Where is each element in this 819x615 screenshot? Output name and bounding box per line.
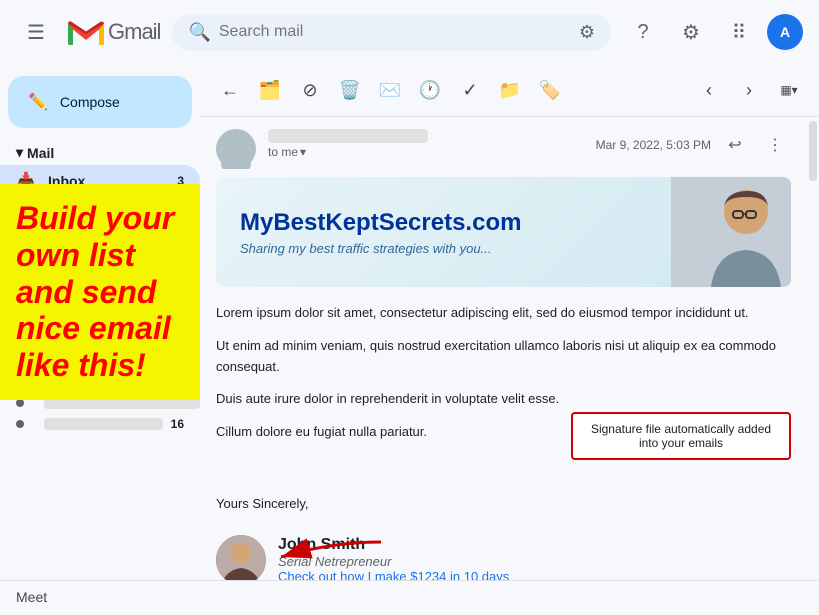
report-icon: ⊘ <box>302 80 317 101</box>
mail-section-label: ▾ Mail <box>0 140 200 165</box>
report-button[interactable]: ⊘ <box>292 72 328 108</box>
search-input[interactable] <box>219 23 571 41</box>
banner-person-image <box>671 177 791 287</box>
sender-name-placeholder <box>268 129 428 143</box>
sender-info: to me ▾ <box>268 129 596 159</box>
avatar[interactable]: A <box>767 14 803 50</box>
more-icon: ⋮ <box>767 135 783 155</box>
header-right: Mar 9, 2022, 5:03 PM ↩ ⋮ <box>596 129 791 161</box>
move-icon: 📁 <box>499 80 521 101</box>
banner-site: MyBestKeptSecrets.com <box>240 209 647 237</box>
hamburger-icon: ☰ <box>27 20 45 45</box>
dot-icon-3 <box>16 420 24 428</box>
email-date: Mar 9, 2022, 5:03 PM <box>596 138 711 152</box>
settings-button[interactable]: ⚙ <box>671 12 711 52</box>
sender-avatar <box>216 129 256 169</box>
email-toolbar: ← 🗂️ ⊘ 🗑️ ✉️ 🕐 ✓ 📁 � <box>200 64 819 117</box>
archive-icon: 🗂️ <box>259 80 281 101</box>
to-me-label[interactable]: to me ▾ <box>268 145 596 159</box>
email-main-content: ← 🗂️ ⊘ 🗑️ ✉️ 🕐 ✓ 📁 � <box>200 64 819 580</box>
gmail-text-label: Gmail <box>108 19 160 45</box>
overlay-text: Build your own list and send nice email … <box>16 200 184 384</box>
hamburger-menu-button[interactable]: ☰ <box>16 12 56 52</box>
banner-text-area: MyBestKeptSecrets.com Sharing my best tr… <box>216 193 671 272</box>
toolbar-right: ‹ › ▦▾ <box>691 72 807 108</box>
dot-icon-2 <box>16 399 24 407</box>
search-icon: 🔍 <box>188 22 210 43</box>
mail-icon: ✉️ <box>379 80 401 101</box>
search-bar: 🔍 ⚙ <box>172 14 611 51</box>
delete-button[interactable]: 🗑️ <box>332 72 368 108</box>
view-options-button[interactable]: ▦▾ <box>771 72 807 108</box>
clock-icon: 🕐 <box>419 80 441 101</box>
next-button[interactable]: › <box>731 72 767 108</box>
email-area-wrapper: to me ▾ Mar 9, 2022, 5:03 PM ↩ ⋮ <box>200 117 819 580</box>
clock-button[interactable]: 🕐 <box>412 72 448 108</box>
back-icon: ← <box>221 80 239 101</box>
compose-label: Compose <box>60 94 120 110</box>
body-paragraph-1: Lorem ipsum dolor sit amet, consectetur … <box>216 303 791 324</box>
meet-section: Meet <box>0 580 819 615</box>
email-banner: MyBestKeptSecrets.com Sharing my best tr… <box>216 177 791 287</box>
next-icon: › <box>746 80 752 101</box>
check-icon: ✓ <box>462 80 477 101</box>
sig-callout-container: Cillum dolore eu fugiat nulla pariatur. … <box>216 422 791 482</box>
tag-icon: 🏷️ <box>539 80 561 101</box>
back-button[interactable]: ← <box>212 72 248 108</box>
help-icon: ? <box>637 21 648 44</box>
check-button[interactable]: ✓ <box>452 72 488 108</box>
sidebar-count-16: 16 <box>171 417 184 431</box>
search-filter-icon[interactable]: ⚙ <box>579 22 595 43</box>
body-paragraph-3: Duis aute irure dolor in reprehenderit i… <box>216 389 791 410</box>
sig-arrow-indicator <box>271 537 391 580</box>
sig-callout-box: Signature file automatically added into … <box>571 412 791 460</box>
prev-icon: ‹ <box>706 80 712 101</box>
compose-button[interactable]: ✏️ Compose <box>8 76 192 128</box>
banner-tagline: Sharing my best traffic strategies with … <box>240 241 647 256</box>
chevron-down-icon: ▾ <box>300 145 306 159</box>
body-paragraph-5: Yours Sincerely, <box>216 494 791 515</box>
topbar-right-actions: ? ⚙ ⠿ A <box>623 12 803 52</box>
tag-button[interactable]: 🏷️ <box>532 72 568 108</box>
overlay-annotation: Build your own list and send nice email … <box>0 184 200 400</box>
scrollbar[interactable] <box>807 117 819 580</box>
email-header: to me ▾ Mar 9, 2022, 5:03 PM ↩ ⋮ <box>216 117 791 177</box>
apps-icon: ⠿ <box>732 20 747 45</box>
more-actions-button[interactable]: ⋮ <box>759 129 791 161</box>
main-layout: ✏️ Compose ▾ Mail 📥 Inbox 3 🕐 ⭕ 21 <box>0 64 819 580</box>
reply-button[interactable]: ↩ <box>719 129 751 161</box>
compose-icon: ✏️ <box>28 92 48 112</box>
topbar: ☰ Gmail 🔍 ⚙ ? ⚙ ⠿ A <box>0 0 819 64</box>
meet-label: Meet <box>16 589 47 605</box>
sig-callout-text: Signature file automatically added into … <box>591 422 771 450</box>
body-paragraph-2: Ut enim ad minim veniam, quis nostrud ex… <box>216 336 791 378</box>
sig-avatar <box>216 535 266 580</box>
delete-icon: 🗑️ <box>339 80 361 101</box>
mail-button[interactable]: ✉️ <box>372 72 408 108</box>
gmail-logo: Gmail <box>68 19 160 45</box>
apps-button[interactable]: ⠿ <box>719 12 759 52</box>
archive-button[interactable]: 🗂️ <box>252 72 288 108</box>
expand-icon[interactable]: ▾ <box>16 144 23 161</box>
scrollbar-thumb[interactable] <box>809 121 817 181</box>
sidebar: ✏️ Compose ▾ Mail 📥 Inbox 3 🕐 ⭕ 21 <box>0 64 200 580</box>
reply-icon: ↩ <box>728 135 741 155</box>
help-button[interactable]: ? <box>623 12 663 52</box>
settings-icon: ⚙ <box>682 20 700 45</box>
sender-name-row <box>268 129 596 143</box>
signature-area: John Smith Serial Netrepreneur Check out… <box>216 527 791 580</box>
move-button[interactable]: 📁 <box>492 72 528 108</box>
email-body: to me ▾ Mar 9, 2022, 5:03 PM ↩ ⋮ <box>200 117 807 580</box>
prev-button[interactable]: ‹ <box>691 72 727 108</box>
